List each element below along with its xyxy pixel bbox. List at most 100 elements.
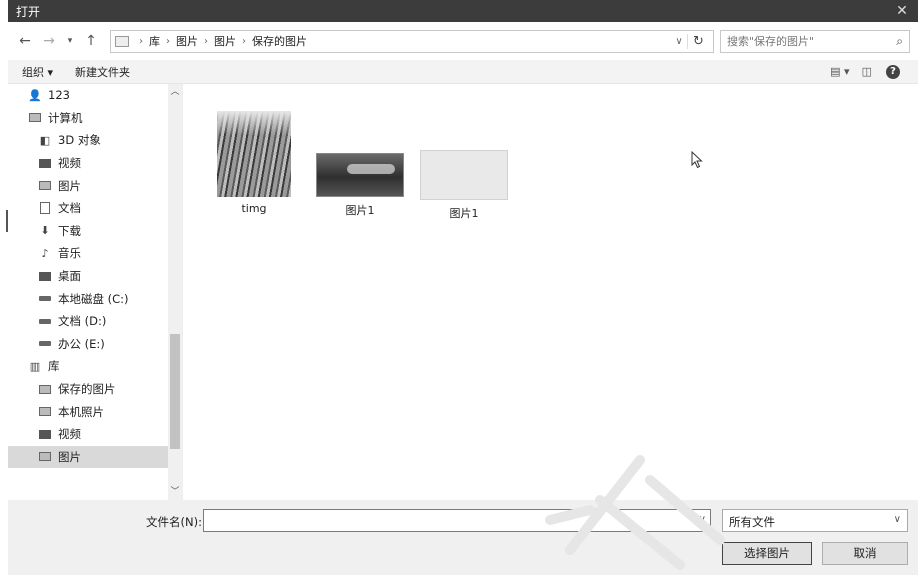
open-file-dialog: 打开 ✕ ← → ▾ ↑ › 库 › 图片 › 图片 › 保存的图片 ∨ ↻ 搜…: [8, 0, 918, 575]
search-box[interactable]: 搜索"保存的图片" ⌕: [720, 29, 910, 53]
computer-icon: [28, 112, 42, 124]
filename-label: 文件名(N):: [146, 515, 202, 529]
download-icon: ⬇: [40, 224, 50, 238]
file-item[interactable]: timg: [214, 111, 294, 215]
sidebar-item-library-videos[interactable]: 视频: [8, 423, 182, 446]
bottom-panel: 文件名(N): ∨ 所有文件 ∨ 选择图片 取消: [8, 500, 918, 575]
select-picture-button[interactable]: 选择图片: [722, 542, 812, 565]
sidebar-item-label: 计算机: [48, 110, 83, 125]
navigation-scrollbar[interactable]: ︿ ﹀: [168, 84, 182, 500]
address-dropdown-icon[interactable]: ∨: [671, 36, 687, 47]
new-folder-button[interactable]: 新建文件夹: [75, 64, 130, 80]
sidebar-item-3d-objects[interactable]: ◧ 3D 对象: [8, 129, 182, 152]
cancel-button[interactable]: 取消: [822, 542, 908, 565]
sidebar-item-label: 123: [48, 88, 70, 103]
sidebar-item-saved-pictures[interactable]: 保存的图片: [8, 378, 182, 401]
sidebar-item-downloads[interactable]: ⬇ 下载: [8, 220, 182, 243]
pictures-icon: [38, 451, 52, 463]
sidebar-item-documents[interactable]: 文档: [8, 197, 182, 220]
breadcrumb-pictures-sub[interactable]: 图片: [214, 33, 236, 49]
sidebar-item-label: 保存的图片: [58, 382, 116, 397]
file-type-select[interactable]: 所有文件 ∨: [722, 509, 908, 532]
sidebar-item-label: 图片: [58, 449, 81, 464]
sidebar-item-label: 文档: [58, 201, 81, 216]
pictures-icon: [38, 406, 52, 418]
refresh-icon[interactable]: ↻: [687, 33, 709, 49]
sidebar-item-pictures[interactable]: 图片: [8, 174, 182, 197]
sidebar-item-desktop[interactable]: 桌面: [8, 265, 182, 288]
drive-icon: [38, 338, 52, 350]
background-edge: [0, 0, 8, 575]
search-placeholder: 搜索"保存的图片": [727, 35, 815, 48]
cube-icon: ◧: [39, 133, 51, 147]
image-thumbnail: [316, 153, 404, 197]
breadcrumb-separator-icon[interactable]: ›: [204, 36, 208, 47]
pictures-icon: [38, 383, 52, 395]
file-name: timg: [241, 202, 267, 215]
sidebar-item-label: 本机照片: [58, 404, 104, 419]
breadcrumb-library[interactable]: 库: [149, 33, 160, 49]
sidebar-item-label: 3D 对象: [58, 133, 101, 148]
sidebar-item-libraries[interactable]: ▥ 库: [8, 355, 182, 378]
library-icon: ▥: [29, 359, 41, 373]
close-icon[interactable]: ✕: [892, 3, 912, 19]
sidebar-item-camera-roll[interactable]: 本机照片: [8, 400, 182, 423]
user-icon: 👤: [28, 88, 42, 102]
up-arrow-icon[interactable]: ↑: [82, 33, 100, 49]
mouse-cursor-icon: [691, 151, 703, 169]
sidebar-item-label: 视频: [58, 427, 81, 442]
sidebar-item-drive-e[interactable]: 办公 (E:): [8, 333, 182, 356]
filename-dropdown-icon[interactable]: ∨: [699, 514, 706, 525]
sidebar-item-computer[interactable]: 计算机: [8, 107, 182, 130]
sidebar-item-drive-c[interactable]: 本地磁盘 (C:): [8, 287, 182, 310]
sidebar-item-label: 图片: [58, 178, 81, 193]
pictures-icon: [38, 180, 52, 192]
main-area: 👤 123 计算机 ◧ 3D 对象 视频 图片 文档 ⬇ 下载 ♪ 音乐 桌面 …: [8, 84, 918, 500]
help-icon[interactable]: ?: [886, 64, 900, 79]
scroll-up-icon[interactable]: ︿: [168, 84, 182, 100]
forward-arrow-icon[interactable]: →: [40, 33, 58, 49]
search-icon[interactable]: ⌕: [896, 34, 903, 49]
scroll-down-icon[interactable]: ﹀: [168, 484, 182, 500]
filename-input[interactable]: ∨: [203, 509, 711, 532]
preview-pane-icon[interactable]: ◫: [862, 65, 872, 78]
breadcrumb-separator-icon[interactable]: ›: [166, 36, 170, 47]
chevron-down-icon: ∨: [893, 514, 901, 525]
breadcrumb-pictures[interactable]: 图片: [176, 33, 198, 49]
breadcrumb-saved-pictures[interactable]: 保存的图片: [252, 33, 307, 49]
document-icon: [38, 202, 52, 215]
scrollbar-thumb[interactable]: [170, 334, 180, 449]
breadcrumb-separator-icon[interactable]: ›: [242, 36, 246, 47]
file-item[interactable]: 图片1: [416, 150, 512, 221]
sidebar-item-music[interactable]: ♪ 音乐: [8, 242, 182, 265]
sidebar-item-label: 音乐: [58, 246, 81, 261]
sidebar-item-label: 桌面: [58, 269, 81, 284]
sidebar-item-user[interactable]: 👤 123: [8, 84, 182, 107]
folder-icon: [115, 35, 129, 47]
music-icon: ♪: [41, 246, 49, 260]
sidebar-item-drive-d[interactable]: 文档 (D:): [8, 310, 182, 333]
sidebar-item-videos[interactable]: 视频: [8, 152, 182, 175]
video-icon: [38, 428, 52, 440]
file-type-value: 所有文件: [729, 515, 775, 529]
change-view-icon[interactable]: ▤ ▾: [830, 65, 849, 78]
file-item[interactable]: 图片1: [312, 153, 408, 218]
breadcrumb-separator-icon[interactable]: ›: [139, 36, 143, 47]
file-name: 图片1: [449, 207, 479, 220]
drive-icon: [38, 315, 52, 327]
navigation-pane: 👤 123 计算机 ◧ 3D 对象 视频 图片 文档 ⬇ 下载 ♪ 音乐 桌面 …: [8, 84, 183, 500]
dialog-title: 打开: [16, 4, 41, 19]
recent-locations-chevron-icon[interactable]: ▾: [64, 36, 76, 46]
sidebar-item-label: 文档 (D:): [58, 314, 107, 329]
address-bar[interactable]: › 库 › 图片 › 图片 › 保存的图片 ∨ ↻: [110, 29, 714, 53]
file-name: 图片1: [345, 204, 375, 217]
sidebar-item-library-pictures[interactable]: 图片: [8, 445, 168, 469]
image-thumbnail: [217, 111, 291, 197]
sidebar-item-label: 下载: [58, 223, 81, 238]
sidebar-item-label: 办公 (E:): [58, 336, 105, 351]
title-bar: 打开 ✕: [8, 0, 918, 22]
drive-icon: [38, 293, 52, 305]
organize-menu-button[interactable]: 组织 ▾: [22, 64, 53, 80]
address-row: ← → ▾ ↑ › 库 › 图片 › 图片 › 保存的图片 ∨ ↻ 搜索"保存的…: [8, 22, 918, 60]
back-arrow-icon[interactable]: ←: [16, 33, 34, 49]
